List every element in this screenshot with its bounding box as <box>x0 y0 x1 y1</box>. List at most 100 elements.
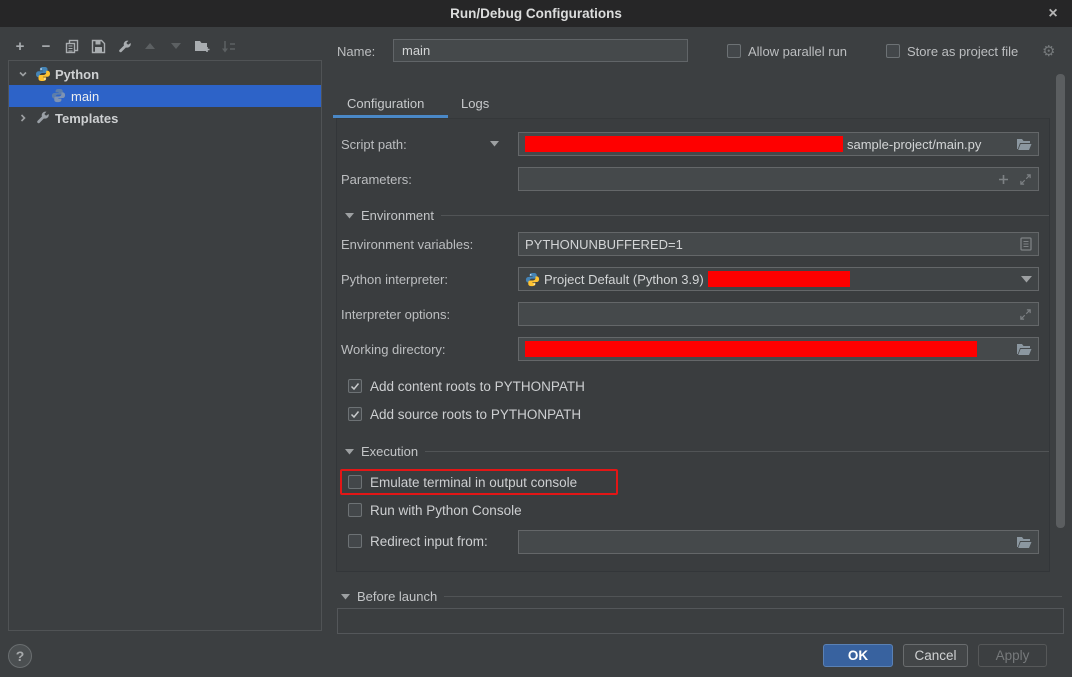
save-icon[interactable] <box>90 38 106 54</box>
before-launch-section-header[interactable]: Before launch <box>341 589 1062 604</box>
folder-icon[interactable] <box>1016 343 1032 356</box>
redaction-block <box>525 136 843 152</box>
working-directory-label: Working directory: <box>341 342 446 357</box>
title-bar: Run/Debug Configurations × <box>0 0 1072 27</box>
add-icon[interactable] <box>998 174 1009 185</box>
checkmark-icon <box>350 382 360 391</box>
tree-item-main[interactable]: main <box>9 85 321 107</box>
emulate-terminal-label: Emulate terminal in output console <box>370 475 577 490</box>
section-title: Environment <box>361 208 434 223</box>
environment-variables-value: PYTHONUNBUFFERED=1 <box>525 237 683 252</box>
configuration-form: Script path: sample-project/main.py Para… <box>336 118 1050 572</box>
checkmark-icon <box>350 410 360 419</box>
allow-parallel-run-label: Allow parallel run <box>748 44 847 59</box>
emulate-terminal-checkbox[interactable] <box>348 475 362 489</box>
redirect-input-checkbox[interactable] <box>348 534 362 548</box>
configurations-toolbar: + − <box>12 38 236 54</box>
vertical-scrollbar[interactable] <box>1056 74 1065 528</box>
interpreter-options-field[interactable] <box>518 302 1039 326</box>
section-title: Execution <box>361 444 418 459</box>
edit-templates-wrench-icon[interactable] <box>116 38 132 54</box>
python-interpreter-label: Python interpreter: <box>341 272 448 287</box>
move-down-icon[interactable] <box>168 38 184 54</box>
tab-configuration[interactable]: Configuration <box>347 96 424 111</box>
python-interpreter-value: Project Default (Python 3.9) <box>544 272 704 287</box>
wrench-icon <box>35 110 51 126</box>
parameters-label: Parameters: <box>341 172 412 187</box>
redaction-block <box>708 271 850 287</box>
before-launch-task-list[interactable] <box>337 608 1064 634</box>
parameters-field[interactable] <box>518 167 1039 191</box>
expand-icon[interactable] <box>1019 308 1032 321</box>
add-source-roots-row: Add source roots to PYTHONPATH <box>348 405 581 423</box>
chevron-right-icon[interactable] <box>18 113 28 123</box>
redaction-block <box>525 341 977 357</box>
environment-variables-field[interactable]: PYTHONUNBUFFERED=1 <box>518 232 1039 256</box>
chevron-down-icon[interactable] <box>1021 276 1032 283</box>
new-folder-icon[interactable] <box>194 38 210 54</box>
add-icon[interactable]: + <box>12 38 28 54</box>
python-icon <box>525 272 540 287</box>
section-divider <box>441 215 1049 216</box>
add-source-roots-checkbox[interactable] <box>348 407 362 421</box>
emulate-terminal-row: Emulate terminal in output console <box>348 473 577 491</box>
tree-item-templates[interactable]: Templates <box>9 107 321 129</box>
collapse-arrow-icon[interactable] <box>345 213 354 219</box>
interpreter-options-label: Interpreter options: <box>341 307 450 322</box>
script-path-field[interactable]: sample-project/main.py <box>518 132 1039 156</box>
name-input[interactable] <box>393 39 688 62</box>
add-content-roots-label: Add content roots to PYTHONPATH <box>370 379 585 394</box>
run-with-python-console-row: Run with Python Console <box>348 501 522 519</box>
section-divider <box>444 596 1062 597</box>
browse-variables-icon[interactable] <box>1020 237 1032 251</box>
working-directory-field[interactable] <box>518 337 1039 361</box>
ok-button[interactable]: OK <box>823 644 893 667</box>
run-debug-configurations-dialog: Run/Debug Configurations × + − <box>0 0 1072 677</box>
tab-logs[interactable]: Logs <box>461 96 489 111</box>
apply-button: Apply <box>978 644 1047 667</box>
collapse-arrow-icon[interactable] <box>345 449 354 455</box>
move-up-icon[interactable] <box>142 38 158 54</box>
copy-icon[interactable] <box>64 38 80 54</box>
store-as-project-file-checkbox[interactable] <box>886 44 900 58</box>
python-icon <box>51 88 67 104</box>
tree-item-label: main <box>71 89 99 104</box>
add-source-roots-label: Add source roots to PYTHONPATH <box>370 407 581 422</box>
gear-icon[interactable]: ⚙ <box>1042 42 1055 60</box>
folder-icon[interactable] <box>1016 536 1032 549</box>
folder-icon[interactable] <box>1016 138 1032 151</box>
help-button[interactable]: ? <box>8 644 32 668</box>
tree-item-label: Templates <box>55 111 118 126</box>
store-as-project-file-label: Store as project file <box>907 44 1018 59</box>
section-title: Before launch <box>357 589 437 604</box>
cancel-button[interactable]: Cancel <box>903 644 968 667</box>
dialog-title: Run/Debug Configurations <box>450 6 622 21</box>
tree-item-python[interactable]: Python <box>9 63 321 85</box>
redirect-input-label: Redirect input from: <box>370 534 488 549</box>
add-content-roots-checkbox[interactable] <box>348 379 362 393</box>
tree-item-label: Python <box>55 67 99 82</box>
redirect-input-row: Redirect input from: <box>348 532 488 550</box>
script-path-value: sample-project/main.py <box>847 137 981 152</box>
section-divider <box>425 451 1049 452</box>
execution-section-header[interactable]: Execution <box>337 444 1051 459</box>
environment-section-header[interactable]: Environment <box>337 208 1051 223</box>
close-icon[interactable]: × <box>1042 3 1064 25</box>
python-icon <box>35 66 51 82</box>
chevron-down-icon[interactable] <box>18 69 28 79</box>
script-path-dropdown-icon[interactable] <box>490 141 499 147</box>
allow-parallel-run-checkbox[interactable] <box>727 44 741 58</box>
script-path-label: Script path: <box>341 137 407 152</box>
configurations-tree: Python main Templates <box>8 60 322 631</box>
remove-icon[interactable]: − <box>38 38 54 54</box>
name-label: Name: <box>337 44 375 59</box>
collapse-arrow-icon[interactable] <box>341 594 350 600</box>
run-with-python-console-label: Run with Python Console <box>370 503 522 518</box>
sort-configurations-icon[interactable] <box>220 38 236 54</box>
add-content-roots-row: Add content roots to PYTHONPATH <box>348 377 585 395</box>
run-with-python-console-checkbox[interactable] <box>348 503 362 517</box>
expand-icon[interactable] <box>1019 173 1032 186</box>
python-interpreter-select[interactable]: Project Default (Python 3.9) <box>518 267 1039 291</box>
environment-variables-label: Environment variables: <box>341 237 473 252</box>
redirect-input-field[interactable] <box>518 530 1039 554</box>
